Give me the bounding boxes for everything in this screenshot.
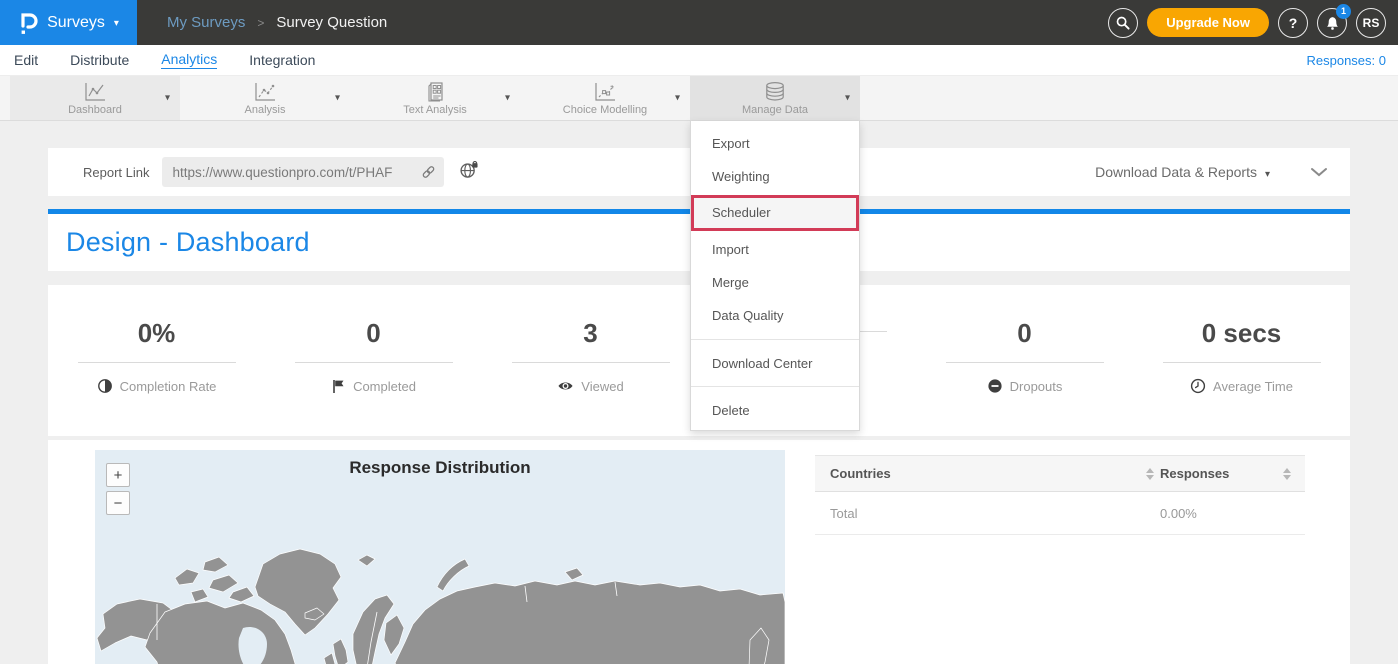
- analytics-toolbar: Dashboard ▾ Analysis ▾ Text Analysis ▾: [0, 76, 1398, 121]
- caret-down-icon: ▾: [1265, 169, 1270, 180]
- link-icon[interactable]: [420, 164, 437, 185]
- stat-completed: 0 Completed: [265, 285, 482, 436]
- chevron-down-icon[interactable]: ▾: [335, 93, 340, 104]
- notifications-button[interactable]: 1: [1317, 8, 1347, 38]
- model-chart-icon: [592, 81, 618, 103]
- response-distribution-panel: Response Distribution + −: [48, 440, 1350, 664]
- report-link-input[interactable]: [162, 157, 444, 187]
- chevron-down-icon[interactable]: ▾: [845, 93, 850, 104]
- breadcrumb-current: Survey Question: [276, 14, 387, 31]
- content-area: Report Link Download Da: [0, 121, 1398, 664]
- menu-item-import[interactable]: Import: [691, 233, 859, 266]
- nav-distribute[interactable]: Distribute: [70, 52, 129, 68]
- table-header: Countries Responses: [815, 455, 1305, 492]
- chevron-down-icon[interactable]: ▾: [165, 93, 170, 104]
- map-title: Response Distribution: [95, 458, 785, 478]
- menu-item-weighting[interactable]: Weighting: [691, 160, 859, 193]
- questionpro-logo-icon: [18, 10, 38, 36]
- tab-dashboard[interactable]: Dashboard ▾: [10, 76, 180, 120]
- tab-analysis[interactable]: Analysis ▾: [180, 76, 350, 120]
- clock-icon: [1190, 378, 1206, 394]
- nav-edit[interactable]: Edit: [14, 52, 38, 68]
- report-link-label: Report Link: [83, 165, 149, 180]
- eye-icon: [557, 378, 574, 394]
- scatter-chart-icon: [252, 81, 278, 103]
- tab-manage-data[interactable]: Manage Data ▾: [690, 76, 860, 120]
- stat-viewed: 3 Viewed: [482, 285, 699, 436]
- collapse-chevron-icon[interactable]: [1310, 167, 1328, 177]
- map-zoom-in-button[interactable]: +: [106, 463, 130, 487]
- map-zoom-out-button[interactable]: −: [106, 491, 130, 515]
- row-country: Total: [830, 506, 857, 521]
- stat-completion-rate: 0% Completion Rate: [48, 285, 265, 436]
- countries-table: Countries Responses Total 0.00%: [815, 455, 1305, 535]
- menu-item-export[interactable]: Export: [691, 127, 859, 160]
- table-row: Total 0.00%: [815, 492, 1305, 535]
- database-icon: [762, 81, 788, 103]
- document-grid-icon: [422, 81, 448, 103]
- world-map[interactable]: Response Distribution + −: [95, 450, 785, 664]
- breadcrumb-separator: >: [257, 16, 264, 30]
- menu-item-merge[interactable]: Merge: [691, 266, 859, 299]
- sort-icon[interactable]: [1146, 468, 1154, 480]
- chevron-down-icon[interactable]: ▾: [675, 93, 680, 104]
- breadcrumb-my-surveys[interactable]: My Surveys: [167, 14, 245, 31]
- column-responses[interactable]: Responses: [1160, 466, 1229, 481]
- menu-item-delete[interactable]: Delete: [691, 386, 859, 426]
- stat-dropouts: 0 Dropouts: [916, 285, 1133, 436]
- minus-circle-icon: [987, 378, 1003, 394]
- menu-item-download-center[interactable]: Download Center: [691, 339, 859, 379]
- menu-item-scheduler[interactable]: Scheduler: [691, 195, 859, 231]
- tab-choice-modelling[interactable]: Choice Modelling ▾: [520, 76, 690, 120]
- tab-text-analysis[interactable]: Text Analysis ▾: [350, 76, 520, 120]
- search-icon: [1115, 15, 1131, 31]
- world-map-canvas[interactable]: [95, 492, 785, 664]
- menu-item-data-quality[interactable]: Data Quality: [691, 299, 859, 332]
- breadcrumb: My Surveys > Survey Question: [167, 14, 387, 31]
- brand-label: Surveys: [47, 14, 105, 32]
- manage-data-menu: Export Weighting Scheduler Import Merge …: [690, 121, 860, 431]
- nav-integration[interactable]: Integration: [249, 52, 315, 68]
- surveys-menu-button[interactable]: Surveys ▾: [0, 0, 137, 45]
- flag-icon: [331, 378, 346, 394]
- map-zoom-controls: + −: [106, 463, 130, 515]
- topbar: Surveys ▾ My Surveys > Survey Question U…: [0, 0, 1398, 45]
- globe-lock-icon[interactable]: [459, 160, 479, 184]
- pie-icon: [97, 378, 113, 394]
- notification-badge: 1: [1336, 4, 1351, 19]
- upgrade-now-button[interactable]: Upgrade Now: [1147, 8, 1269, 37]
- sort-icon[interactable]: [1283, 468, 1291, 480]
- nav-analytics[interactable]: Analytics: [161, 51, 217, 69]
- download-data-reports-dropdown[interactable]: Download Data & Reports▾: [1095, 164, 1270, 180]
- chevron-down-icon: ▾: [114, 18, 119, 29]
- topbar-actions: Upgrade Now ? 1 RS: [1108, 0, 1386, 45]
- search-button[interactable]: [1108, 8, 1138, 38]
- stat-average-time: 0 secs Average Time: [1133, 285, 1350, 436]
- line-chart-icon: [82, 81, 108, 103]
- responses-count: Responses: 0: [1307, 53, 1387, 68]
- page-title: Design - Dashboard: [66, 227, 310, 258]
- row-responses: 0.00%: [1160, 506, 1197, 521]
- column-countries[interactable]: Countries: [830, 466, 891, 481]
- survey-nav: Edit Distribute Analytics Integration Re…: [0, 45, 1398, 76]
- help-button[interactable]: ?: [1278, 8, 1308, 38]
- chevron-down-icon[interactable]: ▾: [505, 93, 510, 104]
- avatar[interactable]: RS: [1356, 8, 1386, 38]
